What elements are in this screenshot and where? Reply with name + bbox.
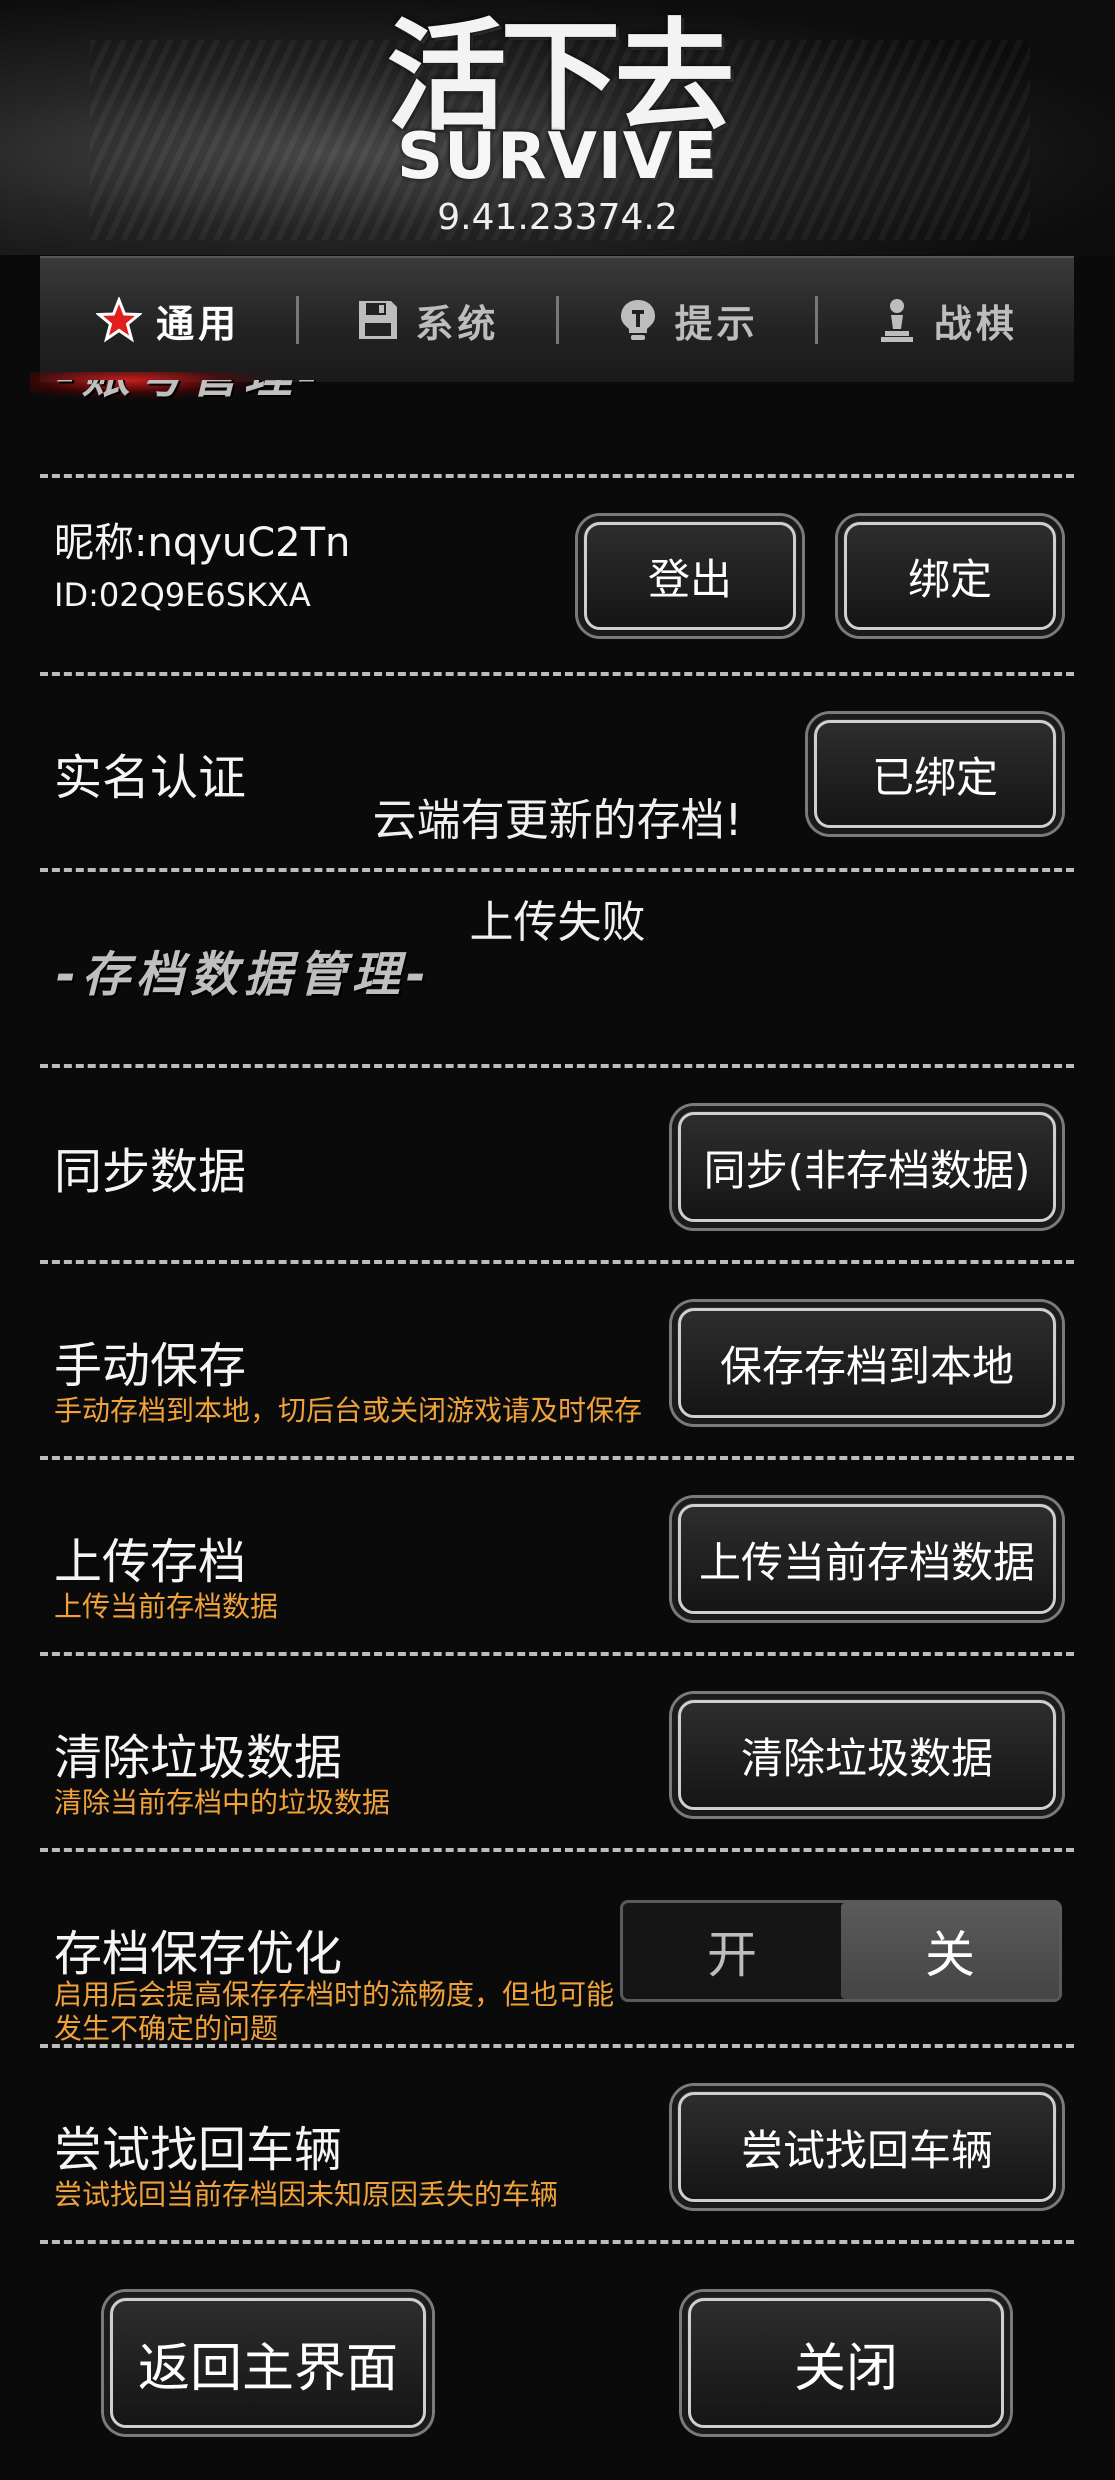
footer-bar: 返回主界面 关闭 <box>0 2250 1115 2480</box>
upload-save-description: 上传当前存档数据 <box>54 1590 279 1623</box>
manual-save-label: 手动保存 <box>54 1338 247 1394</box>
upload-save-button[interactable]: 上传当前存档数据 <box>672 1498 1062 1620</box>
tab-general[interactable]: 通用 <box>29 258 296 400</box>
toggle-off-option[interactable]: 关 <box>841 1903 1059 1999</box>
game-logo-english: SURVIVE <box>397 120 718 194</box>
save-optimize-label: 存档保存优化 <box>54 1926 343 1982</box>
lightbulb-icon <box>615 297 661 343</box>
tab-chess-label: 战棋 <box>933 301 1018 346</box>
manual-save-description: 手动存档到本地，切后台或关闭游戏请及时保存 <box>54 1394 643 1427</box>
divider <box>40 672 1074 676</box>
tab-general-label: 通用 <box>156 301 241 346</box>
tab-system[interactable]: 系统 <box>299 258 555 382</box>
toast-upload-failed: 上传失败 <box>469 897 646 948</box>
divider <box>40 1652 1074 1656</box>
user-id-text: ID:02Q9E6SKXA <box>54 576 311 614</box>
divider <box>40 474 1074 478</box>
chess-pawn-icon <box>874 297 920 343</box>
save-disk-icon <box>355 297 401 343</box>
save-local-button[interactable]: 保存存档到本地 <box>672 1302 1062 1424</box>
clean-junk-description: 清除当前存档中的垃圾数据 <box>54 1786 391 1819</box>
star-icon <box>95 295 144 343</box>
divider <box>40 868 1074 872</box>
clean-junk-button[interactable]: 清除垃圾数据 <box>672 1694 1062 1816</box>
settings-panel[interactable]: -账号管理- 昵称:nqyuC2Tn ID:02Q9E6SKXA 登出 绑定 实… <box>40 380 1074 2250</box>
save-optimize-description: 启用后会提高保存存档时的流畅度，但也可能发生不确定的问题 <box>54 1978 615 2045</box>
recover-vehicle-description: 尝试找回当前存档因未知原因丢失的车辆 <box>54 2178 559 2211</box>
divider <box>40 2044 1074 2048</box>
toggle-on-option[interactable]: 开 <box>623 1903 841 1999</box>
back-to-main-button[interactable]: 返回主界面 <box>104 2292 432 2434</box>
recover-vehicle-label: 尝试找回车辆 <box>54 2122 343 2178</box>
divider <box>40 1064 1074 1068</box>
nickname-text: 昵称:nqyuC2Tn <box>54 520 351 566</box>
tab-tips[interactable]: 提示 <box>559 258 815 382</box>
tab-chess[interactable]: 战棋 <box>818 258 1074 382</box>
save-optimize-toggle[interactable]: 开 关 <box>620 1900 1062 2002</box>
bind-button[interactable]: 绑定 <box>838 516 1062 636</box>
tab-system-label: 系统 <box>415 301 500 346</box>
toast-cloud-update: 云端有更新的存档! <box>372 795 743 846</box>
tab-bar: 通用 系统 提示 战棋 <box>29 256 1074 400</box>
sync-button[interactable]: 同步(非存档数据) <box>672 1106 1062 1228</box>
divider <box>40 1456 1074 1460</box>
header-banner: 活下去 SURVIVE 9.41.23374.2 <box>0 0 1115 255</box>
recover-vehicle-button[interactable]: 尝试找回车辆 <box>672 2086 1062 2208</box>
version-text: 9.41.23374.2 <box>437 197 678 238</box>
divider <box>40 2240 1074 2244</box>
section-title-account: -账号管理- <box>56 380 324 406</box>
tab-tips-label: 提示 <box>674 301 759 346</box>
clean-junk-label: 清除垃圾数据 <box>54 1730 343 1786</box>
divider <box>40 1260 1074 1264</box>
logout-button[interactable]: 登出 <box>578 516 802 636</box>
divider <box>40 1848 1074 1852</box>
sync-data-label: 同步数据 <box>54 1144 247 1200</box>
upload-save-label: 上传存档 <box>54 1534 247 1590</box>
close-button[interactable]: 关闭 <box>682 2292 1010 2434</box>
